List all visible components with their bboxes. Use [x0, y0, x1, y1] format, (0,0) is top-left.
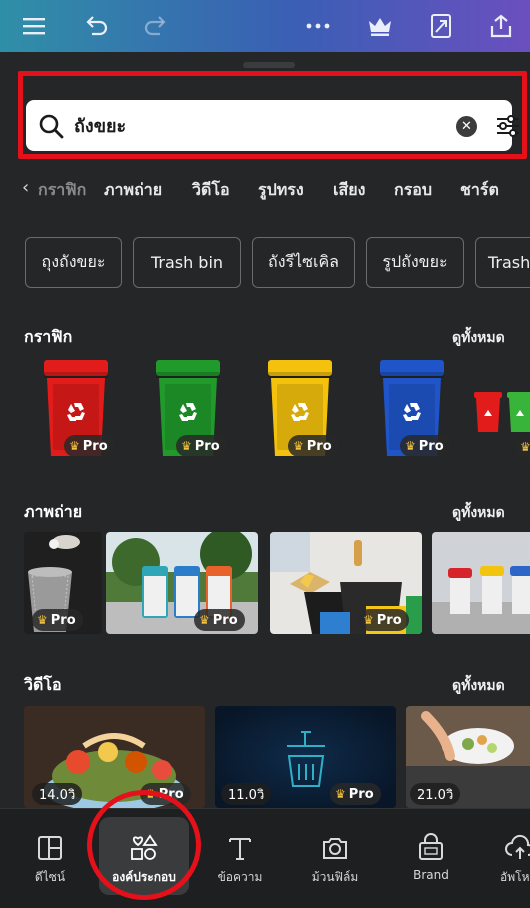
- menu-icon[interactable]: [18, 10, 50, 42]
- crown-icon: ♛: [405, 439, 416, 453]
- pro-badge: ♛ Pro: [358, 609, 409, 631]
- nav-label: Brand: [413, 868, 449, 882]
- tab-frames[interactable]: กรอบ: [394, 178, 432, 203]
- nav-camera-roll[interactable]: ม้วนฟิล์ม: [290, 809, 380, 908]
- see-all-videos[interactable]: ดูทั้งหมด: [452, 675, 505, 697]
- photo-item[interactable]: [432, 532, 530, 634]
- suggestion-chip[interactable]: Trash bin: [133, 237, 241, 288]
- pro-badge: ♛ Pro: [400, 435, 451, 457]
- search-box[interactable]: ✕: [26, 100, 519, 151]
- section-title-photos: ภาพถ่าย: [24, 502, 83, 521]
- crown-icon: ♛: [520, 440, 530, 454]
- filter-icon[interactable]: [494, 112, 522, 140]
- elements-panel: ✕ ‹ กราฟิก ภาพถ่าย วิดีโอ รูปทรง เสียง ก…: [0, 52, 530, 908]
- crown-icon: ♛: [69, 439, 80, 453]
- tab-videos[interactable]: วิดีโอ: [192, 178, 230, 203]
- video-duration-badge: 21.0วิ: [410, 783, 461, 805]
- tab-graphics[interactable]: กราฟิก: [38, 178, 86, 203]
- tabs-back-icon[interactable]: ‹: [22, 177, 29, 198]
- crown-icon: ♛: [363, 613, 374, 627]
- drag-handle[interactable]: [243, 62, 295, 68]
- share-icon[interactable]: [485, 10, 517, 42]
- upload-icon: [505, 834, 530, 859]
- suggestion-chip[interactable]: ถุงถังขยะ: [25, 237, 122, 288]
- graphic-item[interactable]: [472, 386, 530, 436]
- clear-icon[interactable]: ✕: [456, 116, 477, 137]
- section-title-videos: วิดีโอ: [24, 675, 62, 694]
- resize-icon[interactable]: [425, 10, 457, 42]
- top-toolbar: [0, 0, 530, 52]
- nav-highlight: [87, 790, 201, 900]
- suggestion-chip[interactable]: Trash: [475, 237, 530, 288]
- crown-icon: ♛: [293, 439, 304, 453]
- section-title-graphics: กราฟิก: [24, 327, 73, 346]
- tab-photos[interactable]: ภาพถ่าย: [104, 178, 162, 203]
- nav-design[interactable]: ดีไซน์: [5, 809, 95, 908]
- crown-icon: ♛: [335, 787, 346, 801]
- nav-brand[interactable]: Brand: [386, 809, 476, 908]
- camera-roll-icon: [323, 838, 347, 859]
- redo-icon[interactable]: [140, 10, 172, 42]
- see-all-graphics[interactable]: ดูทั้งหมด: [452, 327, 505, 349]
- more-icon[interactable]: [302, 10, 334, 42]
- nav-label: ม้วนฟิล์ม: [311, 870, 359, 884]
- pro-badge: ♛ Pro: [288, 435, 339, 457]
- video-duration-badge: 14.0วิ: [32, 783, 83, 805]
- nav-uploads[interactable]: อัพโห: [480, 809, 530, 908]
- nav-label: อัพโห: [500, 870, 530, 884]
- pro-badge: ♛ Pro: [64, 435, 115, 457]
- video-duration-badge: 11.0วิ: [221, 783, 272, 805]
- nav-label: ข้อความ: [217, 870, 263, 884]
- nav-label: ดีไซน์: [34, 870, 66, 884]
- suggestion-chip[interactable]: รูปถังขยะ: [366, 237, 464, 288]
- crown-icon[interactable]: [364, 10, 396, 42]
- brand-icon: [419, 833, 443, 860]
- search-input[interactable]: [74, 100, 434, 151]
- search-icon: [39, 114, 64, 139]
- crown-icon: ♛: [37, 613, 48, 627]
- design-icon: [38, 836, 62, 860]
- category-tabs: ‹ กราฟิก ภาพถ่าย วิดีโอ รูปทรง เสียง กรอ…: [0, 170, 530, 208]
- suggestion-chip[interactable]: ถังรีไซเคิล: [252, 237, 355, 288]
- crown-icon: ♛: [199, 613, 210, 627]
- text-icon: [229, 838, 251, 860]
- pro-badge: ♛ Pro: [32, 609, 83, 631]
- pro-badge: ♛: [516, 436, 530, 458]
- tab-audio[interactable]: เสียง: [333, 178, 365, 203]
- bottom-navigation: ดีไซน์ องค์ประกอบ ข้อความ ม้วนฟิล์ม Bran…: [0, 808, 530, 908]
- nav-text[interactable]: ข้อความ: [195, 809, 285, 908]
- pro-badge: ♛ Pro: [194, 609, 245, 631]
- crown-icon: ♛: [181, 439, 192, 453]
- pro-badge: ♛ Pro: [330, 783, 381, 805]
- see-all-photos[interactable]: ดูทั้งหมด: [452, 502, 505, 524]
- pro-badge: ♛ Pro: [176, 435, 227, 457]
- tab-charts[interactable]: ชาร์ต: [460, 178, 499, 203]
- undo-icon[interactable]: [80, 10, 112, 42]
- tab-shapes[interactable]: รูปทรง: [258, 178, 304, 203]
